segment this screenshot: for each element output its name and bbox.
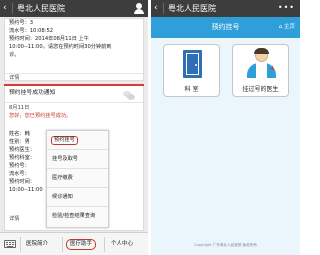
right-phone-screen: ‹ 粤北人民医院 ••• 预约挂号 ⌂ 主页 科 室 挂过号的医生 Copyri… [151, 0, 300, 255]
menu-item-register-ticket[interactable]: 挂号及取号 [47, 150, 108, 169]
person-icon-body [134, 9, 144, 14]
card2-field-time: 预约时间： [9, 179, 35, 185]
menu-item-waiting-notice[interactable]: 候诊通知 [47, 188, 108, 207]
person-icon[interactable] [134, 3, 144, 14]
back-icon[interactable]: ‹ [154, 2, 158, 14]
back-icon[interactable]: ‹ [3, 2, 7, 14]
bottom-separator [20, 237, 21, 252]
menu-item-label: 候诊通知 [52, 194, 73, 200]
menu-item-payment[interactable]: 医疗缴费 [47, 169, 108, 188]
screenshot-stage: ‹ 粤北人民医院 预约号：3 流水号：10:08:52 预约时间：2014年08… [0, 0, 300, 255]
left-header: ‹ 粤北人民医院 [0, 0, 148, 17]
bottom-separator [104, 237, 105, 252]
wechat-watermark-icon [123, 91, 135, 100]
header-separator [163, 3, 164, 14]
section-title: 预约挂号 [211, 23, 240, 31]
past-doctors-tile-label: 挂过号的医生 [242, 86, 279, 93]
past-doctors-tile[interactable]: 挂过号的医生 [232, 44, 289, 97]
menu-item-appointment[interactable]: 预约挂号 [47, 131, 108, 150]
menu-item-test-results[interactable]: 检验/检查结果查询 [47, 207, 108, 226]
card1-line-2: 流水号：10:08:52 [9, 28, 54, 34]
tab-medical-assistant[interactable]: 医疗助手 [66, 239, 97, 250]
card1-line-4: 10:00--11:00，请您在预约时间30分钟前到 [9, 44, 112, 50]
menu-item-label: 预约挂号 [51, 136, 78, 145]
door-icon [183, 50, 202, 78]
header-separator [12, 3, 13, 14]
card2-date: 8月11日 [9, 105, 30, 111]
appointment-info-card[interactable]: 预约号：3 流水号：10:08:52 预约时间：2014年08月11日 上午 1… [4, 18, 144, 81]
more-icon[interactable]: ••• [278, 2, 295, 13]
medical-cross-icon [270, 66, 274, 70]
card2-field-serial: 流水号： [9, 171, 30, 177]
bottom-menu-bar: 医院简介 医疗助手 个人中心 [0, 232, 148, 255]
card2-title: 预约挂号成功通知 [9, 90, 56, 96]
section-title-bar: 预约挂号 ⌂ 主页 [151, 17, 300, 38]
card1-line-1: 预约号：3 [9, 20, 34, 26]
card2-field-department: 预约科室： [9, 155, 35, 161]
medical-assistant-menu: 预约挂号 挂号及取号 医疗缴费 候诊通知 检验/检查结果查询 [46, 130, 109, 228]
department-tile[interactable]: 科 室 [163, 44, 220, 97]
menu-item-label: 挂号及取号 [52, 156, 78, 162]
card2-field-number: 预约号： [9, 163, 30, 169]
left-phone-screen: ‹ 粤北人民医院 预约号：3 流水号：10:08:52 预约时间：2014年08… [0, 0, 148, 255]
keyboard-icon[interactable] [4, 240, 16, 248]
left-header-title: 粤北人民医院 [17, 4, 65, 13]
tab-hospital-intro[interactable]: 医院简介 [26, 241, 48, 248]
card2-field-time-range: 10:00--11:00 [9, 187, 43, 193]
card2-field-gender: 性别：男 [9, 139, 30, 145]
card2-greeting: 您好，您已预约挂号成功。 [9, 113, 72, 119]
card2-detail-link[interactable]: 详情 [9, 216, 19, 223]
tab-personal-center[interactable]: 个人中心 [111, 241, 133, 248]
card2-field-doctor: 预约医生： [9, 147, 35, 153]
bottom-separator [62, 237, 63, 252]
right-header: ‹ 粤北人民医院 ••• [151, 0, 300, 17]
card1-line-3: 预约时间：2014年08月11日 上午 [9, 36, 89, 42]
home-link[interactable]: ⌂ 主页 [279, 24, 295, 31]
card1-divider [5, 73, 143, 74]
card2-title-divider [5, 102, 143, 103]
doctor-coat [256, 63, 267, 78]
doctor-hair [254, 48, 269, 54]
right-header-title: 粤北人民医院 [168, 4, 216, 13]
copyright-footer: Copyright 广东粤北人民医院 版权所有 [194, 243, 257, 247]
card1-line-5: 诊。 [9, 52, 20, 58]
card1-detail-link[interactable]: 详情 [9, 75, 19, 82]
menu-item-label: 医疗缴费 [52, 175, 73, 181]
department-tile-label: 科 室 [184, 86, 199, 93]
menu-item-label: 检验/检查结果查询 [52, 213, 96, 219]
card2-field-name: 姓名：韩 [9, 131, 30, 137]
